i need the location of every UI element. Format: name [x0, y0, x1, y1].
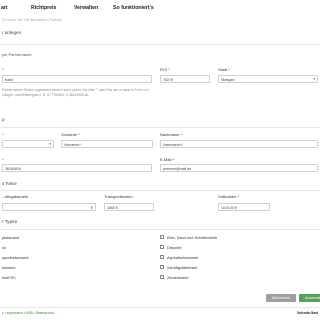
type-option-right-5: Zementwerk: [167, 275, 189, 280]
salutation-label: *: [2, 132, 4, 137]
type-option-right-4: Schüttgutlieferant: [167, 265, 198, 270]
email-input[interactable]: persone@mail.de: [160, 164, 318, 172]
page-subtitle: Fu chen hier Sie Baustellen Partner: [2, 18, 62, 22]
type-option-left-3[interactable]: sportbetonwerk: [2, 255, 29, 260]
type-option-right-1: Kies, Sand und Schotterwerk: [167, 235, 218, 240]
lastname-label: Nachname *: [160, 132, 183, 137]
phone-input[interactable]: 36150816: [2, 164, 152, 172]
vollkosten-input[interactable]: 1010,00 €: [218, 203, 270, 211]
divider: [0, 44, 320, 45]
section-title-types: r Typen: [2, 219, 18, 224]
divider: [0, 190, 320, 191]
street-input[interactable]: traße: [2, 75, 152, 83]
firstname-label: Vorname *: [61, 132, 80, 137]
top-nav: art Richtpreis Verwalten So funktioniert…: [0, 0, 320, 17]
address-help-text: Partner keiner Straße zugeordnet werden …: [2, 88, 149, 97]
type-option-left-1[interactable]: ptstandort: [2, 235, 19, 240]
type-option-left-5[interactable]: stoff RC: [2, 275, 16, 280]
type-option-right-2: Deponie: [167, 245, 182, 250]
plz-label: PLZ *: [160, 67, 171, 72]
nav-item-richtpreis[interactable]: Richtpreis: [31, 5, 56, 11]
section-title-anlegen: r anlegen: [2, 30, 22, 35]
abgabepreis-label: - /Abgabepreis: [2, 194, 29, 199]
abgabepreis-input[interactable]: €: [2, 203, 96, 211]
chevron-down-icon: ▾: [49, 142, 51, 147]
footer-brand: Selenda Gast: [297, 311, 318, 315]
checkbox-deponie[interactable]: [160, 245, 164, 249]
city-value: Stuttgart: [221, 77, 235, 82]
salutation-select[interactable]: ▾: [2, 140, 54, 148]
checkbox-schuettgutlieferant[interactable]: [160, 265, 164, 269]
phone-label: *: [2, 157, 4, 162]
city-select[interactable]: Stuttgart ▾: [218, 75, 318, 83]
type-option-left-4[interactable]: estwerk: [2, 265, 15, 270]
divider: [0, 229, 320, 230]
tonnage-heading: o Tonne: [2, 181, 17, 186]
vollkosten-label: Vollkosten *: [218, 194, 239, 199]
type-option-right-3: Asphaltmischwerk: [167, 255, 199, 260]
checkbox-asphaltmischwerk[interactable]: [160, 255, 164, 259]
lastname-input[interactable]: NachnameV: [160, 140, 318, 148]
firstname-input[interactable]: VornameV: [61, 140, 153, 148]
partner-name-note: ple Partnername: [2, 52, 32, 57]
chevron-down-icon: ▾: [313, 77, 315, 82]
submit-button[interactable]: Anwenden: [299, 294, 320, 302]
checkbox-kies-sand-schotterwerk[interactable]: [160, 235, 164, 239]
email-label: E-Mail *: [160, 157, 175, 162]
street-label: *: [2, 67, 4, 72]
divider: [0, 307, 320, 308]
cancel-button[interactable]: Abbrechen: [266, 294, 296, 302]
divider: [0, 127, 320, 128]
transport-input[interactable]: 1800 €: [104, 203, 154, 211]
type-option-left-2[interactable]: ck: [2, 245, 6, 250]
nav-item-so-funktionierts[interactable]: So funktioniert's: [113, 5, 154, 11]
footer-links[interactable]: z • Impressum • AGB • Datenschutz: [2, 311, 54, 315]
transport-label: Transportkosten: [104, 194, 133, 199]
euro-icon: €: [91, 205, 93, 210]
section-title-contact: p: [2, 117, 5, 122]
city-label: Stadt *: [218, 67, 231, 72]
nav-item-verwalten[interactable]: Verwalten: [74, 5, 98, 11]
checkbox-zementwerk[interactable]: [160, 275, 164, 279]
plz-input[interactable]: 78276: [160, 75, 210, 83]
nav-item-start[interactable]: art: [1, 5, 8, 11]
